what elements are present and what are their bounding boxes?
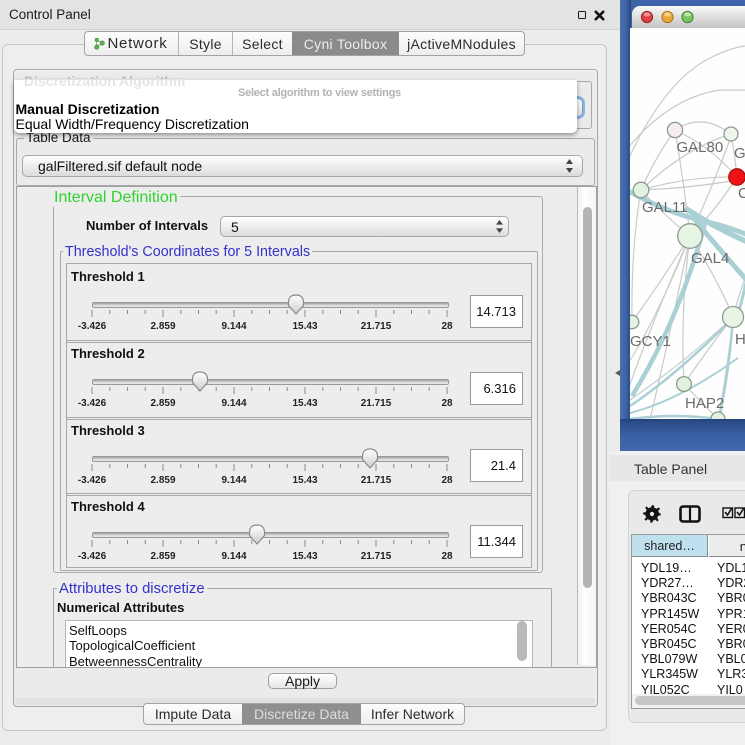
- svg-text:H: H: [735, 331, 745, 348]
- svg-text:GAL4: GAL4: [691, 250, 729, 267]
- svg-text:GAL11: GAL11: [642, 199, 688, 216]
- svg-text:GCY1: GCY1: [630, 333, 671, 350]
- svg-text:C: C: [738, 185, 745, 202]
- svg-text:GAL80: GAL80: [677, 139, 724, 156]
- svg-text:GA: GA: [734, 145, 745, 162]
- svg-text:HAP2: HAP2: [685, 395, 724, 412]
